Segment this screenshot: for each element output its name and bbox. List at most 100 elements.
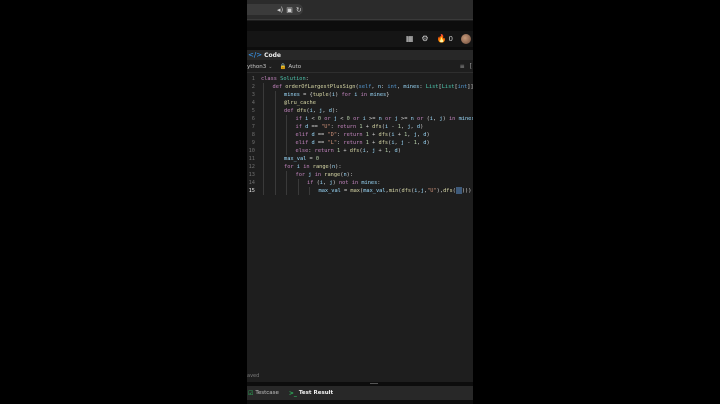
indent-guide	[286, 139, 287, 147]
speaker-icon[interactable]: ◂)	[277, 5, 283, 15]
streak-fire-icon[interactable]: 🔥	[437, 34, 447, 44]
code-line[interactable]: 11 max_val = 0	[247, 155, 473, 163]
code-line[interactable]: 13 for j in range(n):	[247, 171, 473, 179]
indent-guide	[263, 131, 264, 139]
code-line[interactable]: 4 @lru_cache	[247, 99, 473, 107]
code-text: max_val = 0	[284, 156, 320, 162]
app-header: ▦ ⚙ 🔥 0	[247, 31, 473, 47]
indent-guide	[263, 171, 264, 179]
browser-toolbar: ◂) ▣ ↻	[247, 0, 473, 20]
line-number: 15	[248, 188, 255, 194]
settings-gear-icon[interactable]: ⚙	[421, 34, 428, 44]
extension-icon[interactable]: ▣	[286, 5, 293, 15]
indent-guide	[286, 187, 287, 195]
code-tab-label: Code	[264, 51, 281, 59]
line-number: 5	[251, 108, 255, 114]
line-number: 13	[248, 172, 255, 178]
indent-guide	[309, 187, 310, 195]
language-select[interactable]: ython3	[247, 64, 266, 70]
line-number: 4	[251, 100, 255, 106]
tab-testcase-label: Testcase	[255, 390, 279, 396]
line-number: 2	[251, 84, 255, 90]
code-text: max_val = max(max_val,min(dfs(i,j,"U"),d…	[318, 187, 472, 194]
layout-grid-icon[interactable]: ▦	[406, 34, 414, 44]
leetcode-screen: ◂) ▣ ↻ ▦ ⚙ 🔥 0 </> Code ython3 ⌄ 🔒 Auto …	[247, 0, 473, 404]
line-number: 14	[248, 180, 255, 186]
code-text: if d == "U": return 1 + dfs(i - 1, j, d)	[295, 124, 424, 130]
line-number: 10	[248, 148, 255, 154]
code-line[interactable]: 9 elif d == "L": return 1 + dfs(i, j - 1,…	[247, 139, 473, 147]
indent-guide	[274, 147, 276, 155]
code-line[interactable]: 5 def dfs(i, j, d):	[247, 107, 473, 115]
indent-guide	[274, 115, 276, 123]
chevron-down-icon[interactable]: ⌄	[268, 64, 272, 70]
indent-guide	[263, 179, 264, 187]
indent-guide	[274, 107, 276, 115]
resize-handle[interactable]	[370, 383, 378, 384]
streak-count: 0	[448, 35, 453, 43]
tab-test-result[interactable]: >_ Test Result	[289, 390, 333, 397]
indent-guide	[286, 115, 287, 123]
indent-guide	[274, 155, 276, 163]
checkbox-icon: ☑	[248, 389, 254, 397]
indent-guide	[274, 131, 276, 139]
code-text: mines = {tuple(i) for i in mines}	[284, 92, 390, 98]
terminal-icon: >_	[288, 389, 297, 397]
save-status: aved	[247, 373, 260, 379]
code-line[interactable]: 3 mines = {tuple(i) for i in mines}	[247, 91, 473, 99]
indent-guide	[286, 131, 287, 139]
indent-guide	[274, 163, 276, 171]
editor-toolbar: ython3 ⌄ 🔒 Auto ≡ [	[247, 61, 473, 73]
indent-guide	[263, 139, 264, 147]
indent-guide	[274, 171, 276, 179]
code-panel-tab[interactable]: </> Code	[247, 50, 473, 60]
indent-guide	[286, 147, 287, 155]
bracket-icon[interactable]: [	[470, 63, 472, 70]
code-line[interactable]: 14 if (i, j) not in mines:	[247, 179, 473, 187]
code-text: def dfs(i, j, d):	[284, 108, 339, 114]
address-bar-icons: ◂) ▣ ↻	[277, 5, 302, 15]
code-line[interactable]: 7 if d == "U": return 1 + dfs(i - 1, j, d…	[247, 123, 473, 131]
indent-guide	[274, 187, 276, 195]
line-number: 6	[251, 116, 255, 122]
code-brackets-icon: </>	[248, 51, 263, 59]
bottom-tabs: ☑ Testcase >_ Test Result	[247, 386, 473, 400]
code-line[interactable]: 10 else: return 1 + dfs(i, j + 1, d)	[247, 147, 473, 155]
code-line[interactable]: 8 elif d == "D": return 1 + dfs(i + 1, j,…	[247, 131, 473, 139]
toolbar-right-icons: ≡ [	[460, 63, 472, 70]
browser-gap	[247, 21, 473, 31]
indent-guide	[263, 107, 264, 115]
indent-guide	[274, 99, 276, 107]
code-text: elif d == "D": return 1 + dfs(i + 1, j, …	[295, 132, 430, 138]
code-text: for i in range(n):	[284, 164, 342, 170]
code-line[interactable]: 12 for i in range(n):	[247, 163, 473, 171]
text-cursor	[455, 187, 462, 194]
indent-guide	[263, 83, 264, 91]
code-line[interactable]: 1 class Solution:	[247, 75, 473, 83]
indent-guide	[263, 99, 264, 107]
lock-icon: 🔒	[279, 63, 287, 70]
code-text: if (i, j) not in mines:	[307, 180, 381, 186]
indent-guide	[263, 155, 264, 163]
code-line[interactable]: 6 if i < 0 or j < 0 or i >= n or j >= n o…	[247, 115, 473, 123]
indent-guide	[274, 91, 276, 99]
tab-testcase[interactable]: ☑ Testcase	[248, 390, 279, 397]
code-line[interactable]: 2 def orderOfLargestPlusSign(self, n: int…	[247, 83, 473, 91]
line-number: 11	[248, 156, 255, 162]
indent-guide	[263, 147, 264, 155]
line-number: 7	[251, 124, 255, 130]
bottom-gap	[247, 400, 473, 404]
code-line[interactable]: 15 max_val = max(max_val,min(dfs(i,j,"U")…	[247, 187, 473, 195]
line-number: 3	[251, 92, 255, 98]
reload-icon[interactable]: ↻	[296, 5, 302, 15]
tab-test-result-label: Test Result	[298, 390, 334, 396]
user-avatar[interactable]	[461, 34, 471, 44]
line-number: 9	[251, 140, 255, 146]
code-editor[interactable]: 1 class Solution: 2 def orderOfLargestPlusS…	[247, 74, 473, 380]
auto-mode-label[interactable]: Auto	[288, 64, 301, 70]
code-text: @lru_cache	[284, 100, 316, 106]
code-text: def orderOfLargestPlusSign(self, n: int,…	[272, 84, 474, 90]
indent-guide	[286, 123, 287, 131]
format-lines-icon[interactable]: ≡	[460, 63, 465, 70]
code-text: class Solution:	[261, 76, 309, 82]
